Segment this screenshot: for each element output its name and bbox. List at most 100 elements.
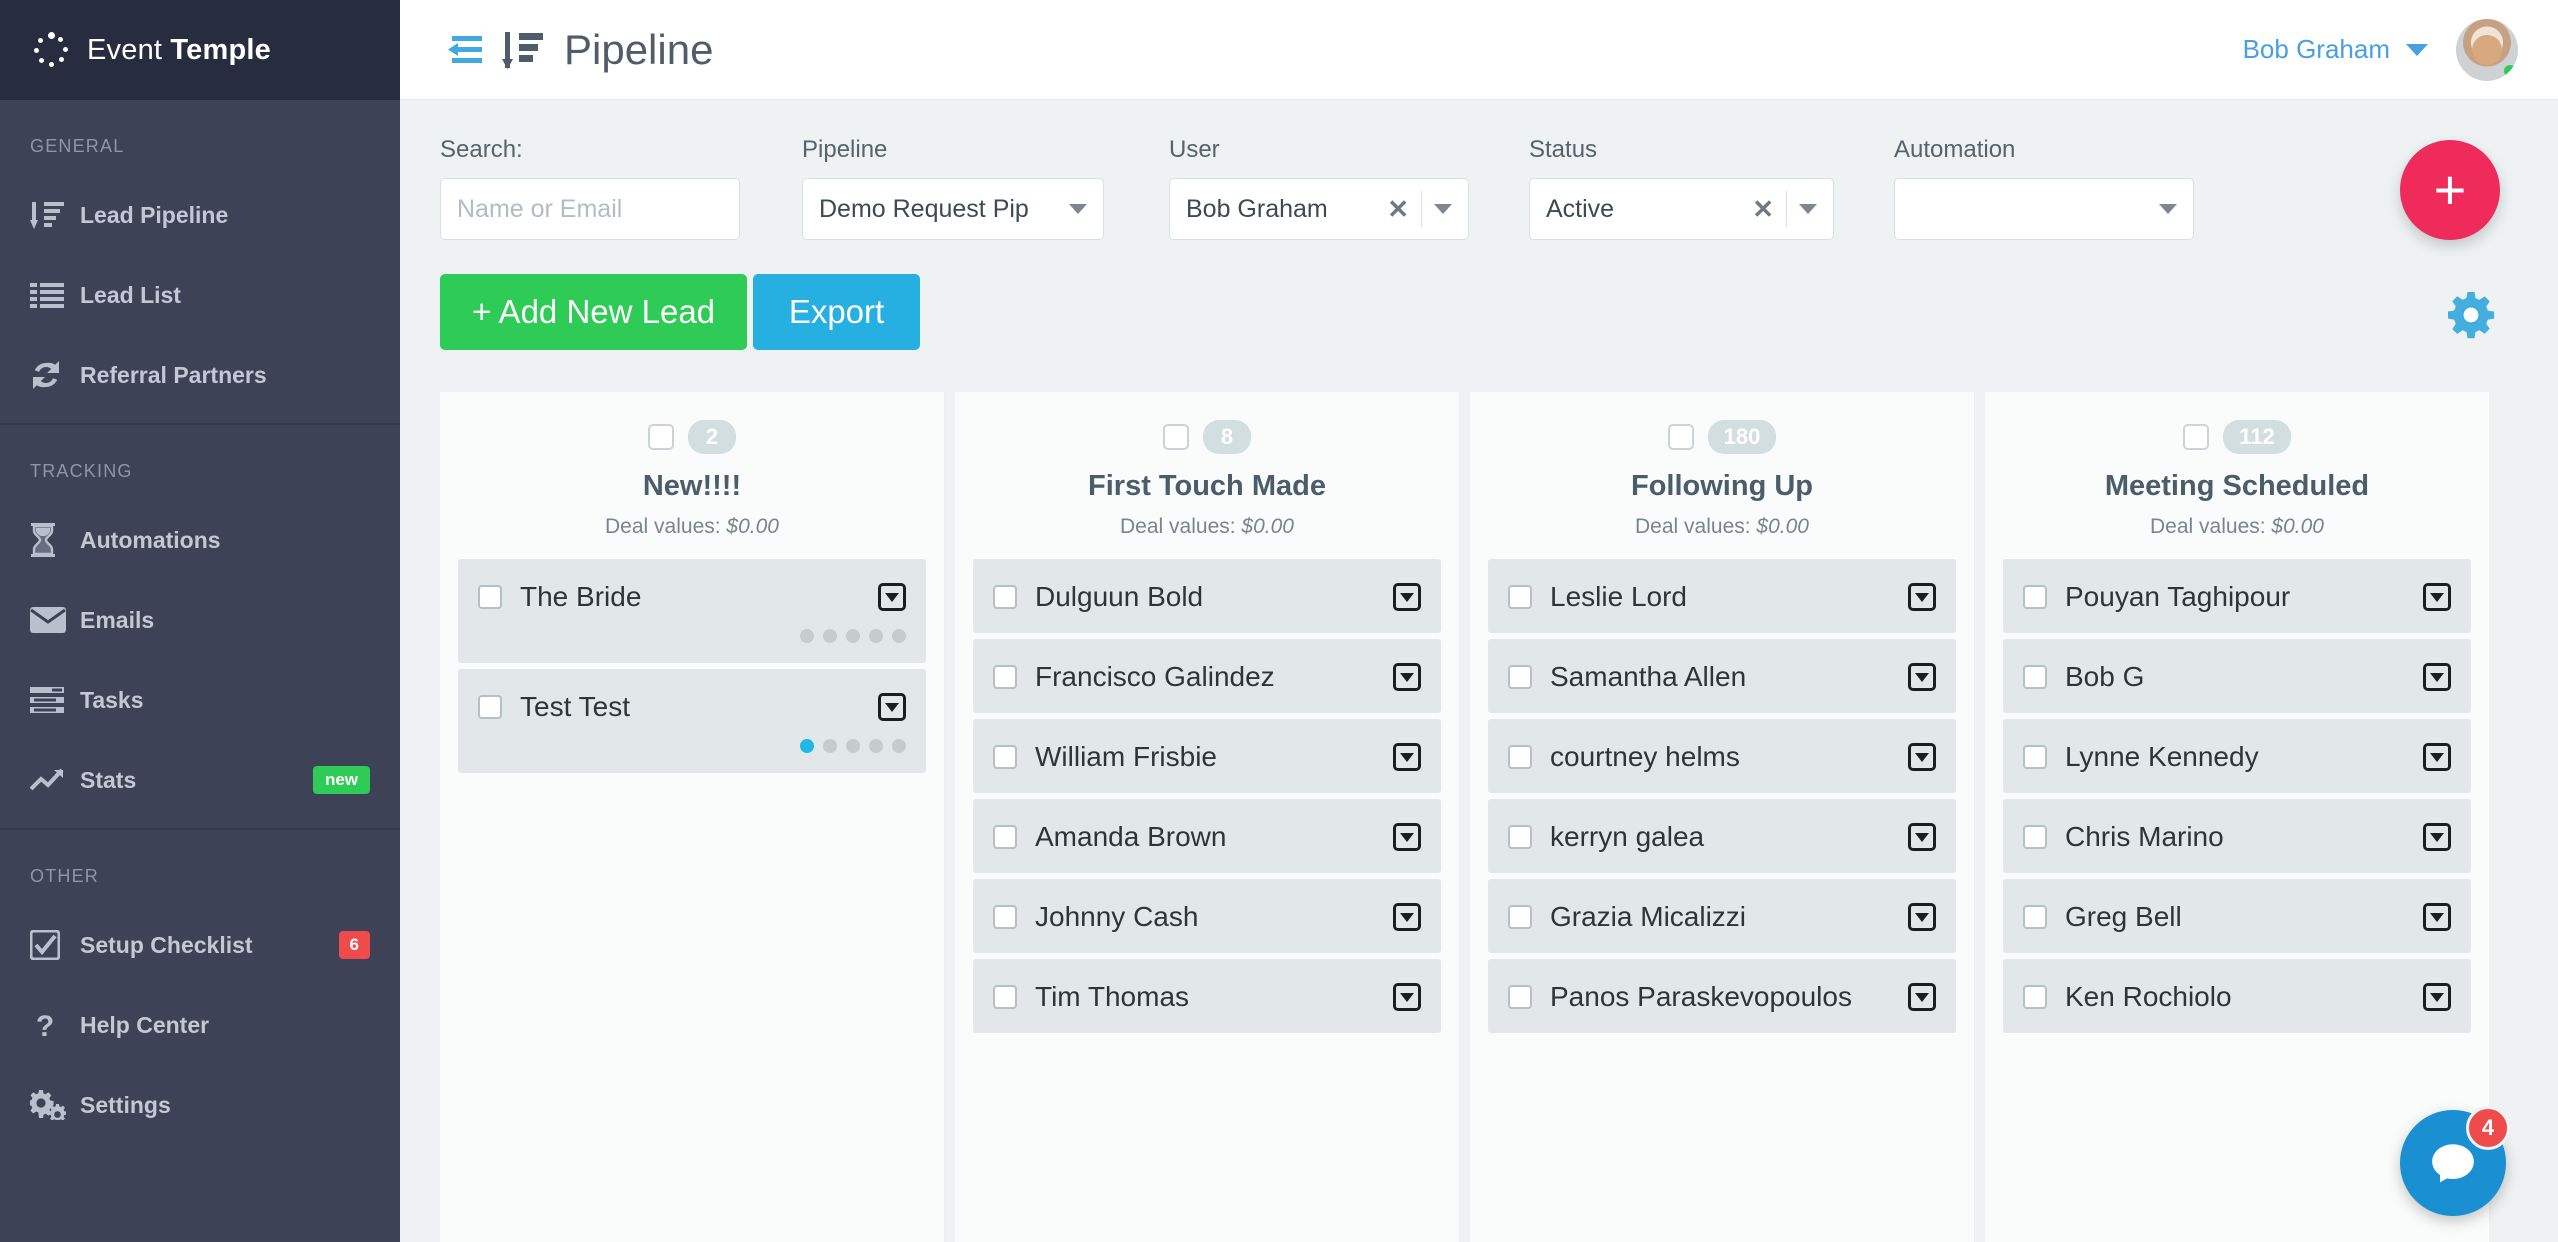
add-new-lead-button[interactable]: + Add New Lead [440,274,747,350]
sidebar-item-label: Tasks [80,687,400,714]
lead-card-checkbox[interactable] [1508,745,1532,769]
lead-card[interactable]: Johnny Cash [973,879,1441,953]
sidebar-item-lead-pipeline[interactable]: Lead Pipeline [0,175,400,255]
search-input[interactable]: Name or Email [440,178,740,240]
clear-x-icon[interactable]: ✕ [1752,194,1774,225]
expand-card-icon[interactable] [1393,903,1421,931]
lead-card[interactable]: Samantha Allen [1488,639,1956,713]
lead-card-checkbox[interactable] [2023,825,2047,849]
pipeline-select[interactable]: Demo Request Pip [802,178,1104,240]
lead-card-checkbox[interactable] [2023,905,2047,929]
lead-card[interactable]: Test Test [458,669,926,773]
lead-card-checkbox[interactable] [2023,585,2047,609]
automation-select[interactable] [1894,178,2194,240]
lead-card-checkbox[interactable] [478,585,502,609]
user-select[interactable]: Bob Graham ✕ [1169,178,1469,240]
avatar[interactable] [2456,19,2518,81]
sidebar: Event Temple GENERALLead PipelineLead Li… [0,0,400,1242]
lead-card[interactable]: Francisco Galindez [973,639,1441,713]
lead-card-checkbox[interactable] [993,825,1017,849]
expand-card-icon[interactable] [1393,743,1421,771]
user-menu[interactable]: Bob Graham [2243,19,2518,81]
add-floating-button[interactable]: + [2400,140,2500,240]
column-select-all-checkbox[interactable] [1163,424,1189,450]
lead-card-checkbox[interactable] [1508,825,1532,849]
lead-card[interactable]: Grazia Micalizzi [1488,879,1956,953]
lead-card[interactable]: Pouyan Taghipour [2003,559,2471,633]
sidebar-item-settings[interactable]: Settings [0,1065,400,1145]
lead-card[interactable]: Chris Marino [2003,799,2471,873]
lead-card-checkbox[interactable] [1508,585,1532,609]
column-header-top: 8 [955,420,1459,454]
lead-card-row: Johnny Cash [993,901,1421,933]
lead-card-checkbox[interactable] [993,585,1017,609]
expand-card-icon[interactable] [2423,823,2451,851]
chat-widget-button[interactable]: 4 [2400,1110,2506,1216]
lead-card[interactable]: courtney helms [1488,719,1956,793]
action-bar: + Add New Lead Export [400,240,2558,350]
lead-card[interactable]: Amanda Brown [973,799,1441,873]
lead-card[interactable]: William Frisbie [973,719,1441,793]
sidebar-item-tasks[interactable]: Tasks [0,660,400,740]
expand-card-icon[interactable] [1393,823,1421,851]
lead-card[interactable]: Lynne Kennedy [2003,719,2471,793]
expand-card-icon[interactable] [1908,903,1936,931]
expand-card-icon[interactable] [1908,983,1936,1011]
expand-card-icon[interactable] [1908,663,1936,691]
column-select-all-checkbox[interactable] [648,424,674,450]
lead-card-checkbox[interactable] [2023,745,2047,769]
lead-card-checkbox[interactable] [1508,665,1532,689]
sidebar-item-automations[interactable]: Automations [0,500,400,580]
caret-down-glyph [1400,913,1414,922]
lead-card[interactable]: Greg Bell [2003,879,2471,953]
sidebar-item-stats[interactable]: Statsnew [0,740,400,820]
online-status-dot [2504,65,2516,77]
expand-card-icon[interactable] [1908,823,1936,851]
lead-card[interactable]: Dulguun Bold [973,559,1441,633]
svg-text:?: ? [36,1010,54,1041]
lead-card-checkbox[interactable] [993,665,1017,689]
lead-card-checkbox[interactable] [1508,985,1532,1009]
expand-card-icon[interactable] [1393,583,1421,611]
lead-card-checkbox[interactable] [478,695,502,719]
expand-card-icon[interactable] [2423,583,2451,611]
expand-card-icon[interactable] [2423,663,2451,691]
status-select[interactable]: Active ✕ [1529,178,1834,240]
gear-icon[interactable] [2446,290,2496,340]
lead-card-checkbox[interactable] [993,985,1017,1009]
expand-card-icon[interactable] [2423,983,2451,1011]
expand-card-icon[interactable] [878,583,906,611]
expand-card-icon[interactable] [1393,663,1421,691]
sidebar-item-setup-checklist[interactable]: Setup Checklist6 [0,905,400,985]
lead-card[interactable]: Ken Rochiolo [2003,959,2471,1033]
sidebar-item-emails[interactable]: Emails [0,580,400,660]
lead-card[interactable]: Bob G [2003,639,2471,713]
lead-card-checkbox[interactable] [1508,905,1532,929]
lead-card-checkbox[interactable] [993,905,1017,929]
sidebar-item-help-center[interactable]: ?Help Center [0,985,400,1065]
column-select-all-checkbox[interactable] [2183,424,2209,450]
lead-card[interactable]: Tim Thomas [973,959,1441,1033]
lead-card-checkbox[interactable] [2023,985,2047,1009]
lead-card[interactable]: kerryn galea [1488,799,1956,873]
brand-header[interactable]: Event Temple [0,0,400,100]
export-button[interactable]: Export [753,274,920,350]
expand-card-icon[interactable] [2423,903,2451,931]
sidebar-item-referral-partners[interactable]: Referral Partners [0,335,400,415]
caret-down-glyph [1915,993,1929,1002]
expand-card-icon[interactable] [1908,583,1936,611]
column-header: 180Following UpDeal values: $0.00 [1470,392,1974,559]
expand-card-icon[interactable] [1393,983,1421,1011]
clear-x-icon[interactable]: ✕ [1387,194,1409,225]
lead-card-checkbox[interactable] [993,745,1017,769]
collapse-sidebar-icon[interactable] [438,35,482,65]
expand-card-icon[interactable] [2423,743,2451,771]
expand-card-icon[interactable] [878,693,906,721]
lead-card[interactable]: The Bride [458,559,926,663]
lead-card-checkbox[interactable] [2023,665,2047,689]
column-select-all-checkbox[interactable] [1668,424,1694,450]
sidebar-item-lead-list[interactable]: Lead List [0,255,400,335]
expand-card-icon[interactable] [1908,743,1936,771]
lead-card[interactable]: Leslie Lord [1488,559,1956,633]
lead-card[interactable]: Panos Paraskevopoulos [1488,959,1956,1033]
